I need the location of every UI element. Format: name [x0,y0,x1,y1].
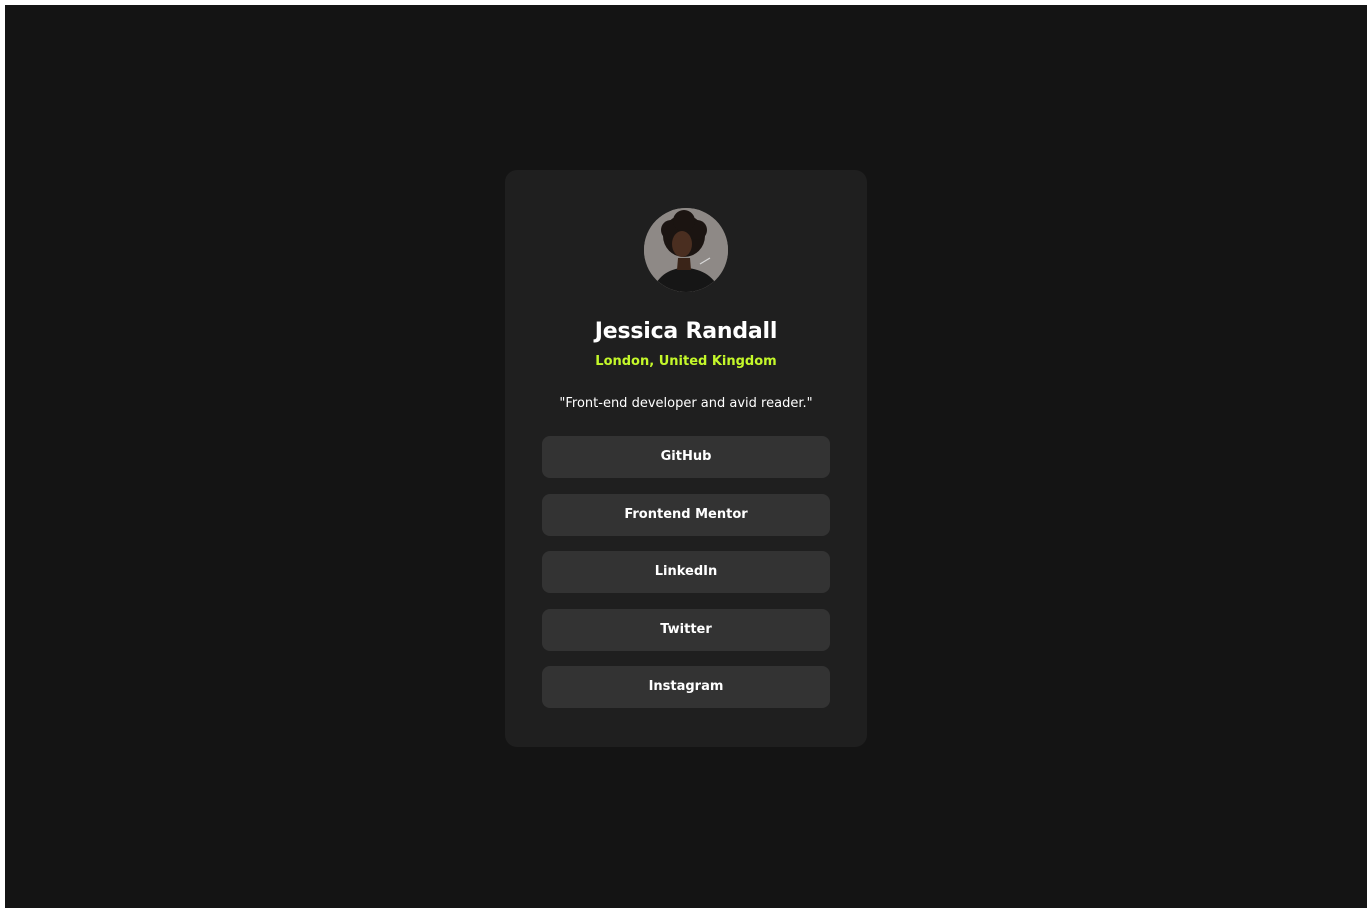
avatar [644,208,728,292]
twitter-link-button[interactable]: Twitter [542,608,830,651]
profile-name: Jessica Randall [594,319,778,344]
profile-location: London, United Kingdom [595,354,777,369]
profile-card: Jessica Randall London, United Kingdom "… [505,170,867,747]
profile-bio: "Front-end developer and avid reader." [559,396,813,411]
frontend-mentor-link-button[interactable]: Frontend Mentor [542,493,830,536]
social-links-list: GitHub Frontend Mentor LinkedIn Twitter … [542,436,830,724]
linkedin-link-button[interactable]: LinkedIn [542,551,830,594]
avatar-portrait [644,208,728,292]
github-link-button[interactable]: GitHub [542,436,830,478]
instagram-link-button[interactable]: Instagram [542,666,830,709]
page-background: Jessica Randall London, United Kingdom "… [5,5,1367,908]
